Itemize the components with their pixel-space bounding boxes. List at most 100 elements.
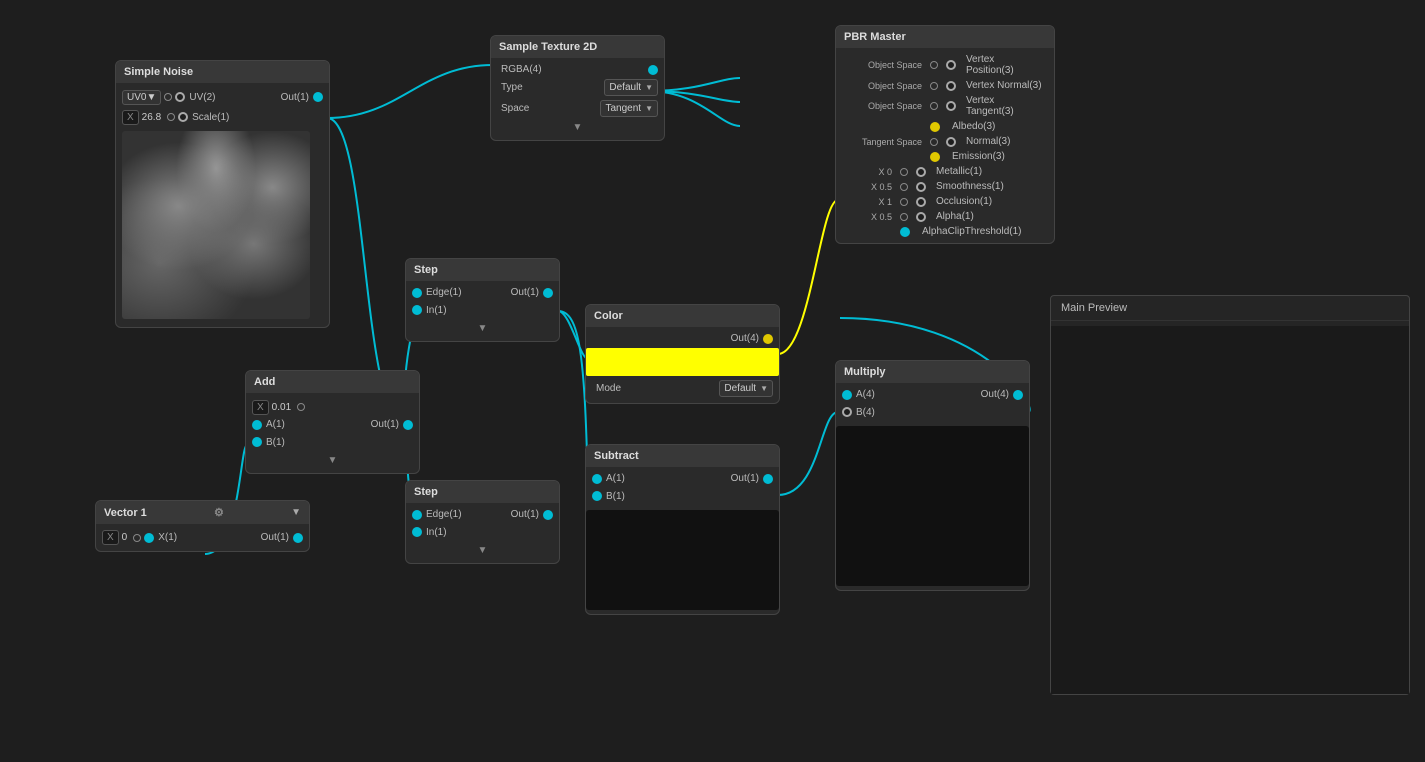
sample-texture-node: Sample Texture 2D RGBA(4) Type Default ▼… bbox=[490, 35, 665, 141]
color-header: Color bbox=[586, 305, 779, 327]
uv-row: UV0 ▼ UV(2) Out(1) bbox=[116, 87, 329, 107]
add-node: Add X 0.01 A(1) Out(1) B(1) ▼ bbox=[245, 370, 420, 474]
pbr-alphaclip-in[interactable] bbox=[900, 227, 910, 237]
color-mode-row: Mode Default ▼ bbox=[586, 378, 779, 399]
noise-out-port[interactable] bbox=[313, 92, 323, 102]
type-row: Type Default ▼ bbox=[491, 77, 664, 98]
subtract-a-port[interactable] bbox=[592, 474, 602, 484]
subtract-header: Subtract bbox=[586, 445, 779, 467]
add-xval-row: X 0.01 bbox=[246, 397, 419, 417]
vec1-x-in-port[interactable] bbox=[144, 533, 154, 543]
sample-tex-body: RGBA(4) Type Default ▼ Space Tangent ▼ ▼ bbox=[491, 58, 664, 140]
subtract-body: A(1) Out(1) B(1) bbox=[586, 467, 779, 614]
multiply-node: Multiply A(4) Out(4) B(4) bbox=[835, 360, 1030, 591]
pbr-body: Object Space Vertex Position(3) Object S… bbox=[836, 48, 1054, 243]
step1-in-port[interactable] bbox=[412, 305, 422, 315]
pbr-vertex-normal-row: Object Space Vertex Normal(3) bbox=[836, 78, 1054, 93]
pbr-master-node: PBR Master Object Space Vertex Position(… bbox=[835, 25, 1055, 244]
pbr-vertex-tangent-row: Object Space Vertex Tangent(3) bbox=[836, 93, 1054, 119]
pbr-normal-row: Tangent Space Normal(3) bbox=[836, 134, 1054, 149]
pbr-metallic-in[interactable] bbox=[916, 167, 926, 177]
color-body: Out(4) Mode Default ▼ bbox=[586, 327, 779, 403]
pbr-occlusion-in[interactable] bbox=[916, 197, 926, 207]
add-a-in-port[interactable] bbox=[252, 420, 262, 430]
multiply-b-row: B(4) bbox=[836, 402, 1029, 422]
pbr-vertex-pos-row: Object Space Vertex Position(3) bbox=[836, 52, 1054, 78]
step1-edge-port[interactable] bbox=[412, 288, 422, 298]
vector1-body: X 0 X(1) Out(1) bbox=[96, 524, 309, 551]
pbr-alpha-row: X 0.5 Alpha(1) bbox=[836, 209, 1054, 224]
shader-graph-canvas: Simple Noise UV0 ▼ UV(2) Out(1) X 26.8 S… bbox=[0, 0, 1425, 762]
add-body: X 0.01 A(1) Out(1) B(1) ▼ bbox=[246, 393, 419, 473]
subtract-a-row: A(1) Out(1) bbox=[586, 471, 779, 486]
scale-in-port[interactable] bbox=[178, 112, 188, 122]
connection-step1-subtract bbox=[558, 311, 588, 495]
step2-in-row: In(1) bbox=[406, 522, 559, 542]
rgba-out-port[interactable] bbox=[648, 65, 658, 75]
main-preview-content bbox=[1051, 326, 1409, 694]
step2-out-port[interactable] bbox=[543, 510, 553, 520]
step1-chevron: ▼ bbox=[406, 320, 559, 337]
pbr-emission-in[interactable] bbox=[930, 152, 940, 162]
step2-in-port[interactable] bbox=[412, 527, 422, 537]
pbr-normal-in[interactable] bbox=[946, 137, 956, 147]
uv-port-dot bbox=[164, 93, 172, 101]
uv-in-port[interactable] bbox=[175, 92, 185, 102]
vector1-node: Vector 1 ⚙ ▼ X 0 X(1) Out(1) bbox=[95, 500, 310, 552]
vector1-x-row: X 0 X(1) Out(1) bbox=[96, 528, 309, 547]
step1-header: Step bbox=[406, 259, 559, 281]
color-out-port[interactable] bbox=[763, 334, 773, 344]
multiply-b-in[interactable] bbox=[842, 407, 852, 417]
step2-body: Edge(1) Out(1) In(1) ▼ bbox=[406, 503, 559, 563]
multiply-out-port[interactable] bbox=[1013, 390, 1023, 400]
step2-node: Step Edge(1) Out(1) In(1) ▼ bbox=[405, 480, 560, 564]
pbr-vertpos-in[interactable] bbox=[946, 60, 956, 70]
subtract-out-port[interactable] bbox=[763, 474, 773, 484]
color-swatch[interactable] bbox=[586, 348, 779, 376]
pbr-occlusion-row: X 1 Occlusion(1) bbox=[836, 194, 1054, 209]
color-out-row: Out(4) bbox=[586, 331, 779, 346]
subtract-preview bbox=[586, 510, 779, 610]
add-out-port[interactable] bbox=[403, 420, 413, 430]
pbr-emission-row: Emission(3) bbox=[836, 149, 1054, 164]
uv-dropdown[interactable]: UV0 ▼ bbox=[122, 90, 161, 105]
multiply-a-in[interactable] bbox=[842, 390, 852, 400]
subtract-b-port[interactable] bbox=[592, 491, 602, 501]
pbr-metallic-row: X 0 Metallic(1) bbox=[836, 164, 1054, 179]
step1-out-port[interactable] bbox=[543, 288, 553, 298]
main-preview-header: Main Preview bbox=[1051, 296, 1409, 321]
add-b-in-port[interactable] bbox=[252, 437, 262, 447]
pbr-verttang-in[interactable] bbox=[946, 101, 956, 111]
space-row: Space Tangent ▼ bbox=[491, 98, 664, 119]
sample-tex-header: Sample Texture 2D bbox=[491, 36, 664, 58]
pbr-smoothness-in[interactable] bbox=[916, 182, 926, 192]
connection-noise-samtex bbox=[327, 65, 493, 118]
step1-body: Edge(1) Out(1) In(1) ▼ bbox=[406, 281, 559, 341]
vector1-title: Vector 1 bbox=[104, 507, 147, 519]
pbr-alpha-in[interactable] bbox=[916, 212, 926, 222]
pbr-vertnorm-in[interactable] bbox=[946, 81, 956, 91]
simple-noise-title: Simple Noise bbox=[124, 66, 193, 78]
gear-icon[interactable]: ⚙ bbox=[214, 506, 224, 519]
step1-node: Step Edge(1) Out(1) In(1) ▼ bbox=[405, 258, 560, 342]
step1-edge-row: Edge(1) Out(1) bbox=[406, 285, 559, 300]
pbr-albedo-in[interactable] bbox=[930, 122, 940, 132]
rgba-row: RGBA(4) bbox=[491, 62, 664, 77]
color-mode-dropdown[interactable]: Default ▼ bbox=[719, 380, 773, 397]
space-dropdown[interactable]: Tangent ▼ bbox=[600, 100, 658, 117]
connection-step1-color bbox=[558, 311, 588, 359]
multiply-preview bbox=[836, 426, 1029, 586]
pbr-smoothness-row: X 0.5 Smoothness(1) bbox=[836, 179, 1054, 194]
step2-edge-port[interactable] bbox=[412, 510, 422, 520]
connection-subtract-multiply bbox=[778, 412, 838, 495]
vec1-out-port[interactable] bbox=[293, 533, 303, 543]
pbr-header: PBR Master bbox=[836, 26, 1054, 48]
type-dropdown[interactable]: Default ▼ bbox=[604, 79, 658, 96]
color-node: Color Out(4) Mode Default ▼ bbox=[585, 304, 780, 404]
connection-color-pbr bbox=[778, 200, 838, 354]
scale-port-dot bbox=[167, 113, 175, 121]
vector1-header: Vector 1 ⚙ ▼ bbox=[96, 501, 309, 524]
scale-x-label: X bbox=[122, 110, 139, 125]
multiply-body: A(4) Out(4) B(4) bbox=[836, 383, 1029, 590]
step2-edge-row: Edge(1) Out(1) bbox=[406, 507, 559, 522]
